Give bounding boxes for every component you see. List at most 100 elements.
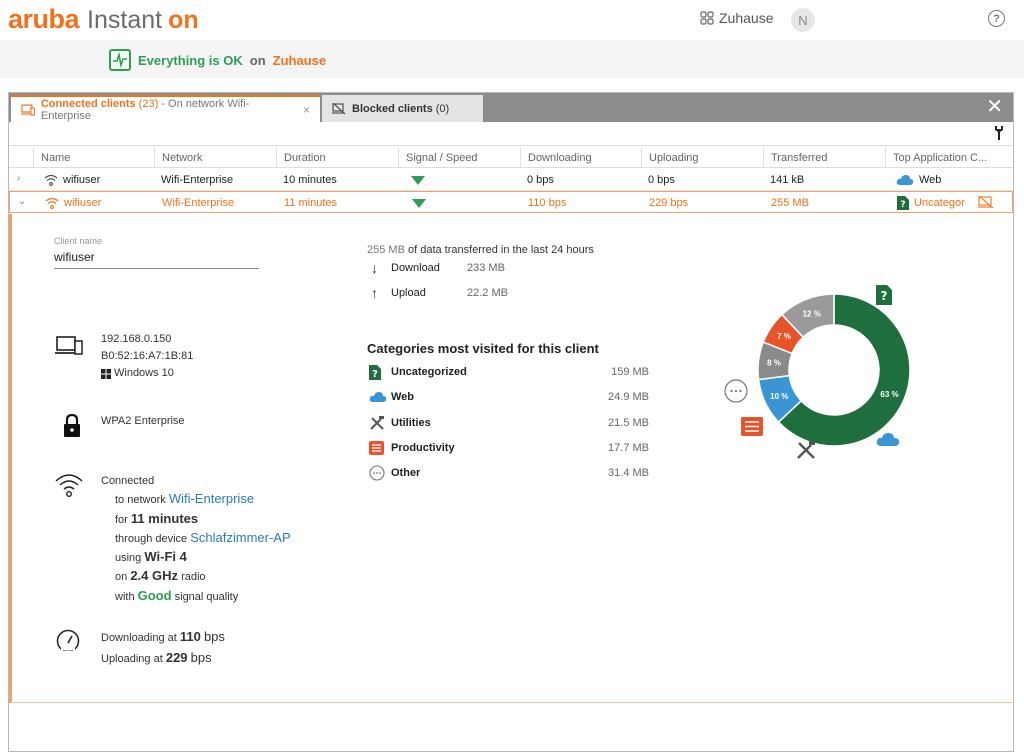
tab-close-icon[interactable]: × bbox=[303, 103, 310, 117]
category-value: 17.7 MB bbox=[608, 442, 649, 454]
more-icon bbox=[724, 379, 748, 403]
column-header-name[interactable]: Name bbox=[33, 147, 151, 168]
category-value: 24.9 MB bbox=[608, 391, 649, 403]
help-icon[interactable]: ? bbox=[988, 10, 1005, 27]
client-name-label: Client name bbox=[54, 236, 103, 246]
client-network: Wifi-Enterprise bbox=[162, 197, 235, 209]
client-name: wifiuser bbox=[64, 197, 102, 209]
category-name: Productivity bbox=[391, 442, 455, 454]
cloud-icon bbox=[369, 392, 387, 402]
client-top-app: Web bbox=[919, 174, 942, 186]
tab-connected-label: Connected clients bbox=[40, 97, 136, 110]
productivity-icon bbox=[369, 441, 384, 455]
tab-bar: Connected clients (23) - On network Wifi… bbox=[9, 93, 1013, 122]
column-header-downloading[interactable]: Downloading bbox=[520, 147, 640, 168]
categories-title: Categories most visited for this client bbox=[367, 341, 599, 356]
column-header-top-application[interactable]: Top Application C... bbox=[885, 147, 1005, 168]
traffic-total-suffix: of data transferred in the last 24 hours bbox=[407, 244, 594, 256]
to-network-prefix: to network bbox=[115, 494, 166, 507]
donut-svg: 63 % 10 % 8 % 7 % 12 %? bbox=[724, 285, 911, 459]
traffic-total: 255 MB bbox=[367, 244, 405, 256]
upload-speed-value: 229 bbox=[165, 650, 188, 665]
traffic-summary: 255 MB of data transferred in the last 2… bbox=[367, 244, 594, 256]
connection-device-link[interactable]: Schlafzimmer-AP bbox=[190, 530, 290, 545]
download-speed-unit: bps bbox=[203, 629, 225, 644]
tab-blocked-label: Blocked clients bbox=[352, 102, 433, 115]
on-prefix: on bbox=[115, 571, 128, 584]
client-top-app: Uncategor bbox=[914, 197, 965, 209]
uncategorized-icon: ? bbox=[876, 285, 892, 305]
status-bar: Everything is OK on Zuhause bbox=[0, 40, 1024, 78]
chevron-right-icon[interactable]: › bbox=[17, 173, 20, 184]
svg-text:?: ? bbox=[900, 200, 905, 210]
client-uploading: 229 bps bbox=[649, 197, 689, 209]
status-site: Zuhause bbox=[272, 52, 327, 68]
tab-connected-count: (23) bbox=[138, 97, 159, 110]
laptop-phone-icon bbox=[55, 336, 83, 355]
client-transferred: 141 kB bbox=[770, 174, 805, 186]
avatar[interactable]: N bbox=[791, 8, 815, 32]
cloud-icon bbox=[876, 433, 900, 446]
connection-network-link[interactable]: Wifi-Enterprise bbox=[169, 491, 254, 506]
app-logo[interactable]: aruba Instant on bbox=[8, 4, 199, 36]
category-name: Utilities bbox=[391, 417, 431, 429]
client-ip: 192.168.0.150 bbox=[101, 333, 172, 345]
logo-product: Instant bbox=[87, 6, 163, 34]
using-prefix: using bbox=[115, 552, 142, 565]
donut-slice-label: 7 % bbox=[777, 332, 791, 341]
top-bar: aruba Instant on Zuhause N ? bbox=[0, 0, 1024, 40]
client-name-field[interactable]: wifiuser bbox=[54, 249, 259, 269]
status-text: Everything is OK bbox=[138, 52, 243, 68]
traffic-upload-value: 22.2 MB bbox=[467, 287, 508, 299]
with-prefix: with bbox=[115, 590, 135, 603]
signal-icon bbox=[412, 198, 426, 208]
category-name: Uncategorized bbox=[391, 366, 467, 378]
status-summary[interactable]: Everything is OK on Zuhause bbox=[109, 49, 326, 71]
connection-wifi-standard: Wi-Fi 4 bbox=[144, 549, 187, 565]
category-row: Other 31.4 MB bbox=[369, 463, 649, 483]
column-header-uploading[interactable]: Uploading bbox=[641, 147, 761, 168]
upload-speed-prefix: Uploading at bbox=[101, 653, 163, 665]
tab-connected-clients[interactable]: Connected clients (23) - On network Wifi… bbox=[11, 95, 320, 122]
client-transferred: 255 MB bbox=[771, 197, 809, 209]
toolbar bbox=[9, 122, 1013, 146]
svg-text:?: ? bbox=[881, 289, 888, 303]
table-row[interactable]: › wifiuser Wifi-Enterprise 10 minutes 0 … bbox=[9, 169, 1013, 191]
column-header-duration[interactable]: Duration bbox=[276, 147, 396, 168]
quality-suffix: signal quality bbox=[174, 590, 239, 603]
client-uploading: 0 bps bbox=[648, 174, 675, 186]
tools-icon bbox=[797, 441, 815, 459]
table-header: Name Network Duration Signal / Speed Dow… bbox=[9, 147, 1013, 168]
column-header-signal[interactable]: Signal / Speed bbox=[398, 147, 518, 168]
column-header-network[interactable]: Network bbox=[154, 147, 274, 168]
signal-icon bbox=[411, 175, 425, 185]
download-speed-value: 110 bbox=[179, 629, 201, 644]
category-row: ? Uncategorized 159 MB bbox=[369, 362, 649, 382]
speedometer-icon bbox=[56, 629, 80, 651]
site-selector[interactable]: Zuhause bbox=[700, 10, 773, 26]
client-downloading: 0 bps bbox=[527, 174, 554, 186]
panel-close-icon[interactable]: ✕ bbox=[986, 97, 1003, 117]
productivity-icon bbox=[741, 417, 763, 436]
block-client-icon[interactable] bbox=[978, 196, 994, 209]
traffic-upload-row: ↑ Upload 22.2 MB bbox=[371, 285, 508, 301]
category-name: Other bbox=[391, 467, 421, 479]
category-row: Utilities 21.5 MB bbox=[369, 413, 649, 433]
wrench-icon[interactable] bbox=[993, 125, 1005, 141]
column-header-transferred[interactable]: Transferred bbox=[763, 147, 883, 168]
client-network: Wifi-Enterprise bbox=[161, 174, 234, 186]
traffic-download-value: 233 MB bbox=[467, 262, 505, 274]
category-name: Web bbox=[391, 391, 415, 403]
tools-icon bbox=[370, 416, 384, 430]
chevron-down-icon[interactable]: ⌄ bbox=[18, 196, 26, 207]
lock-icon bbox=[64, 414, 80, 437]
tab-blocked-count: (0) bbox=[435, 102, 450, 115]
table-row-selected[interactable]: ⌄ wifiuser Wifi-Enterprise 11 minutes 11… bbox=[9, 191, 1013, 213]
tab-blocked-clients[interactable]: Blocked clients (0) bbox=[322, 95, 483, 122]
traffic-download-row: ↓ Download 233 MB bbox=[371, 260, 505, 276]
donut-slice-label: 8 % bbox=[767, 358, 781, 367]
traffic-upload-label: Upload bbox=[391, 287, 426, 299]
radio-suffix: radio bbox=[181, 571, 206, 584]
client-mac: B0:52:16:A7:1B:81 bbox=[101, 350, 194, 362]
sites-icon bbox=[700, 11, 714, 25]
